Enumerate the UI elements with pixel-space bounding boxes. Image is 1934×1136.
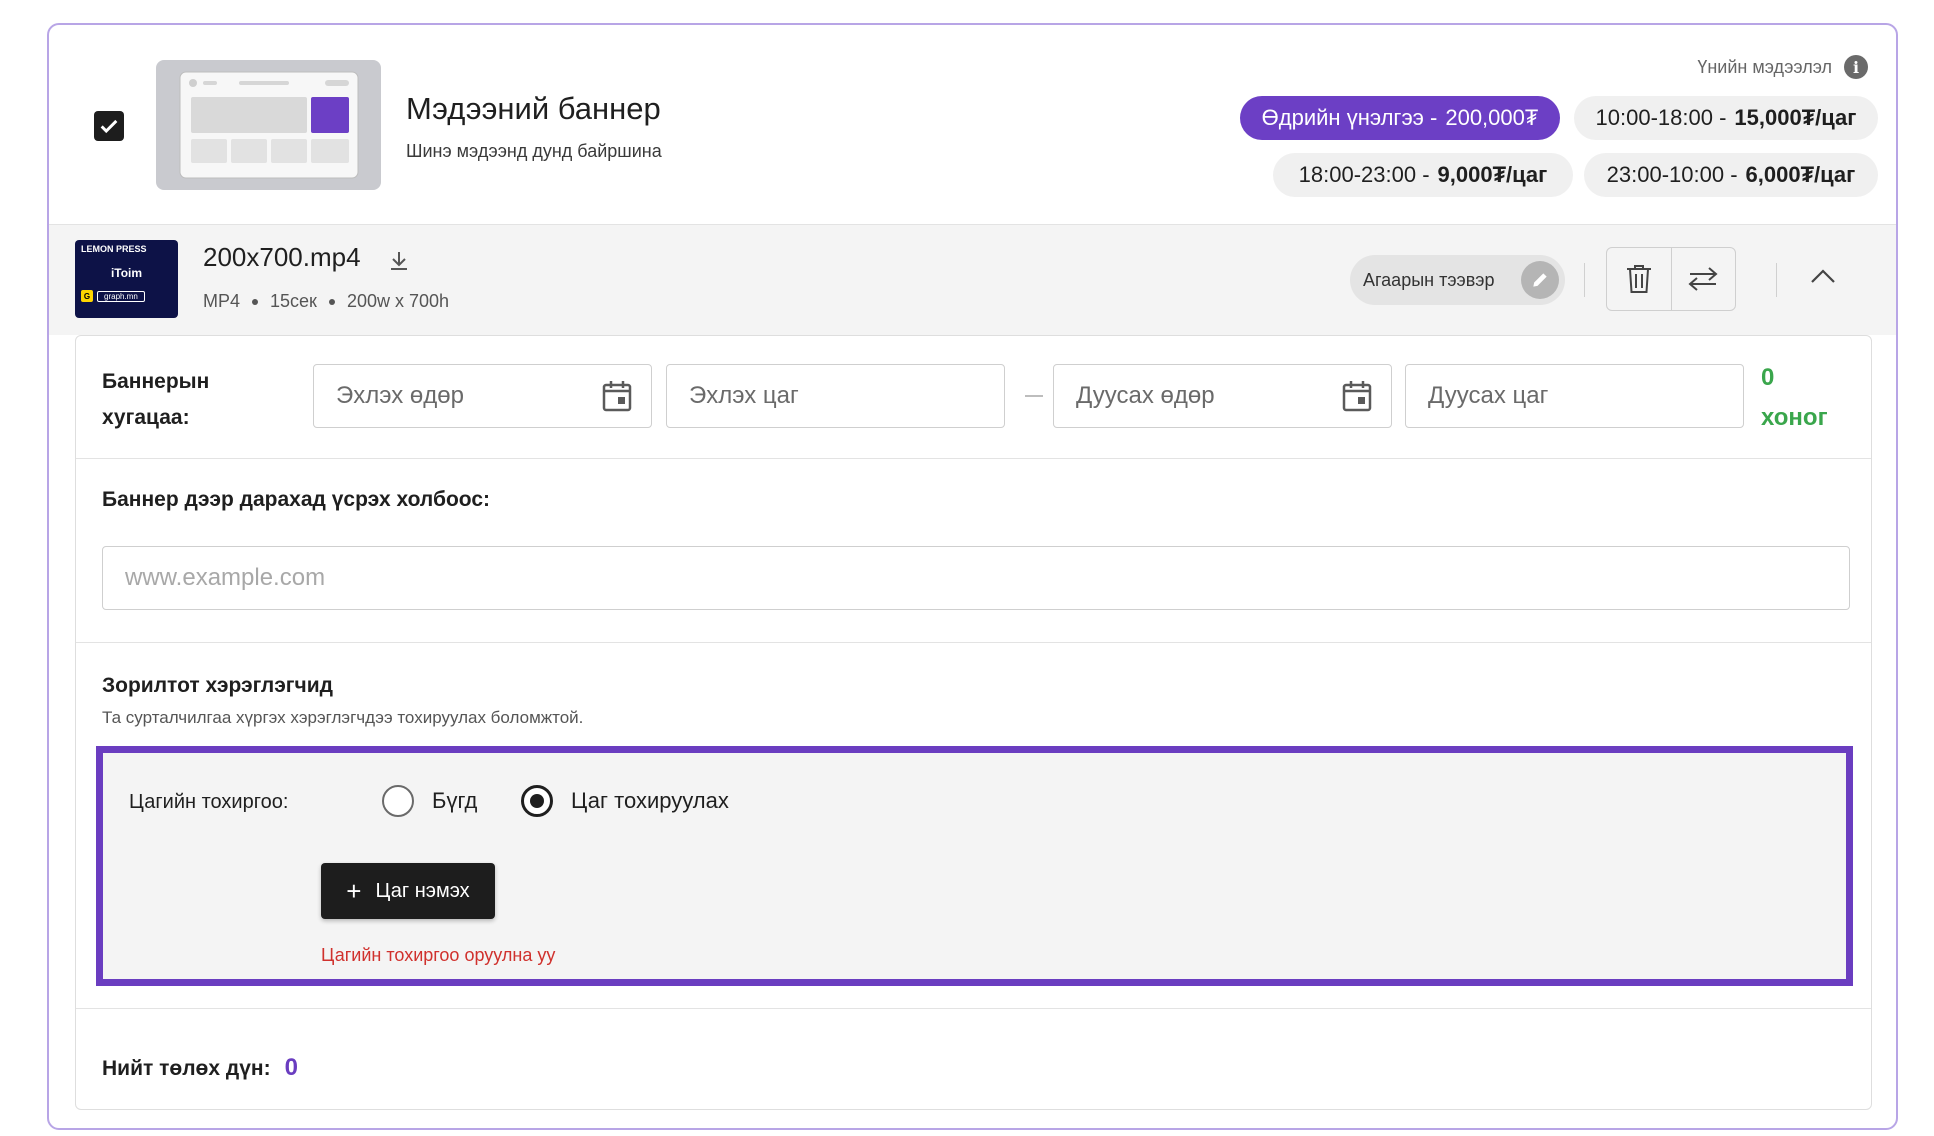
rate-pill-day-label: 10:00-18:00 - bbox=[1595, 105, 1727, 130]
duration-label: Баннерын хугацаа: bbox=[102, 370, 210, 429]
rate-pill-evening-label: 18:00-23:00 - bbox=[1298, 162, 1430, 187]
link-input[interactable]: www.example.com bbox=[102, 546, 1850, 610]
banner-checkbox[interactable] bbox=[94, 111, 124, 141]
days-unit: хоног bbox=[1761, 404, 1828, 431]
time-settings-box: Цагийн тохиргоо: Бүгд Цаг тохируулах + Ц… bbox=[96, 746, 1853, 986]
target-audience-description: Та сурталчилгаа хүргэх хэрэглэгчдээ тохи… bbox=[102, 708, 584, 727]
radio-all-label: Бүгд bbox=[432, 788, 478, 813]
media-row: LEMON PRESS iToim G graph.mn 200x700.mp4… bbox=[49, 225, 1896, 335]
media-actions bbox=[1606, 247, 1736, 311]
price-info[interactable]: Үнийн мэдээлэл i bbox=[1697, 55, 1868, 79]
meta-dot bbox=[328, 298, 335, 305]
meta-dot bbox=[252, 298, 259, 305]
rate-pill-evening: 18:00-23:00 - 9,000₮/цаг bbox=[1273, 153, 1573, 197]
thumb-brand: LEMON PRESS bbox=[81, 244, 147, 254]
end-date-field[interactable]: Дуусах өдөр bbox=[1053, 364, 1392, 428]
replace-button[interactable] bbox=[1670, 248, 1736, 310]
divider bbox=[1776, 263, 1777, 297]
banner-card: Мэдээний баннер Шинэ мэдээнд дунд байрши… bbox=[47, 23, 1898, 1130]
range-dash bbox=[1025, 395, 1043, 397]
add-time-button[interactable]: + Цаг нэмэх bbox=[321, 863, 495, 919]
thumb-logo: iToim bbox=[110, 266, 143, 280]
calendar-icon[interactable] bbox=[1341, 379, 1373, 420]
rate-pill-day-value: 15,000₮/цаг bbox=[1734, 105, 1857, 130]
trash-icon bbox=[1626, 265, 1651, 293]
days-counter: 0 хоног bbox=[1761, 358, 1828, 438]
total-label: Нийт төлөх дүн: bbox=[102, 1057, 271, 1080]
end-time-placeholder: Дуусах цаг bbox=[1428, 382, 1549, 409]
banner-settings-panel: Баннерын хугацаа: Эхлэх өдөр Эхлэх цаг Д… bbox=[75, 335, 1872, 1110]
price-info-label: Үнийн мэдээлэл bbox=[1697, 56, 1832, 77]
section-divider bbox=[76, 1008, 1871, 1009]
plus-icon: + bbox=[346, 876, 362, 906]
daily-rate-pill: Өдрийн үнэлгээ - 200,000₮ bbox=[1240, 96, 1560, 140]
start-date-field[interactable]: Эхлэх өдөр bbox=[313, 364, 652, 428]
radio-all-circle[interactable] bbox=[382, 785, 414, 817]
daily-rate-value: 200,000₮ bbox=[1445, 105, 1539, 130]
edit-pencil-icon[interactable] bbox=[1521, 261, 1559, 299]
rate-pill-day: 10:00-18:00 - 15,000₮/цаг bbox=[1574, 96, 1878, 140]
rate-pill-night: 23:00-10:00 - 6,000₮/цаг bbox=[1584, 153, 1878, 197]
daily-rate-label: Өдрийн үнэлгээ - bbox=[1261, 105, 1438, 130]
thumb-tag: graph.mn bbox=[97, 290, 145, 302]
media-dimensions: 200w x 700h bbox=[346, 291, 450, 311]
banner-header: Мэдээний баннер Шинэ мэдээнд дунд байрши… bbox=[49, 25, 1896, 225]
total-amount: Нийт төлөх дүн: 0 bbox=[102, 1054, 298, 1082]
end-date-placeholder: Дуусах өдөр bbox=[1076, 382, 1215, 409]
start-time-field[interactable]: Эхлэх цаг bbox=[666, 364, 1005, 428]
aircast-tag[interactable]: Агаарын тээвэр bbox=[1350, 255, 1565, 305]
check-icon bbox=[100, 119, 118, 134]
swap-icon bbox=[1688, 267, 1718, 291]
media-duration: 15сек bbox=[270, 291, 317, 311]
time-settings-label: Цагийн тохиргоо: bbox=[129, 791, 289, 813]
layout-preview-icon bbox=[179, 71, 358, 179]
start-date-placeholder: Эхлэх өдөр bbox=[336, 382, 464, 409]
rate-pill-night-label: 23:00-10:00 - bbox=[1606, 162, 1738, 187]
radio-custom-time[interactable]: Цаг тохируулах bbox=[521, 785, 729, 817]
radio-custom-time-label: Цаг тохируулах bbox=[571, 788, 729, 813]
time-settings-error: Цагийн тохиргоо оруулна уу bbox=[321, 945, 556, 965]
banner-title: Мэдээний баннер bbox=[406, 91, 661, 126]
end-time-field[interactable]: Дуусах цаг bbox=[1405, 364, 1744, 428]
rate-pill-night-value: 6,000₮/цаг bbox=[1745, 162, 1856, 187]
media-meta: MP4 15сек 200w x 700h bbox=[203, 291, 449, 312]
banner-placement-thumbnail bbox=[156, 60, 381, 190]
total-value: 0 bbox=[284, 1054, 298, 1081]
aircast-label: Агаарын тээвэр bbox=[1363, 269, 1495, 290]
start-time-placeholder: Эхлэх цаг bbox=[689, 382, 799, 409]
radio-all[interactable]: Бүгд bbox=[382, 785, 477, 817]
rate-pill-evening-value: 9,000₮/цаг bbox=[1437, 162, 1548, 187]
calendar-icon[interactable] bbox=[601, 379, 633, 420]
media-file-name: 200x700.mp4 bbox=[203, 242, 361, 272]
add-time-label: Цаг нэмэх bbox=[375, 879, 470, 902]
days-count: 0 bbox=[1761, 364, 1775, 391]
section-divider bbox=[76, 642, 1871, 643]
divider bbox=[1584, 263, 1585, 297]
section-divider bbox=[76, 458, 1871, 459]
target-audience-title: Зорилтот хэрэглэгчид bbox=[102, 674, 333, 697]
link-label: Баннер дээр дарахад үсрэх холбоос: bbox=[102, 488, 490, 511]
media-format: MP4 bbox=[203, 291, 241, 311]
download-icon[interactable] bbox=[387, 249, 411, 278]
radio-custom-time-circle[interactable] bbox=[521, 785, 553, 817]
info-icon[interactable]: i bbox=[1844, 55, 1868, 79]
chevron-up-icon[interactable] bbox=[1809, 267, 1837, 290]
banner-subtitle: Шинэ мэдээнд дунд байршина bbox=[406, 141, 662, 161]
graph-logo-icon: G bbox=[81, 290, 93, 302]
link-placeholder: www.example.com bbox=[125, 564, 326, 591]
thumb-footer: G graph.mn bbox=[81, 290, 172, 302]
media-thumbnail: LEMON PRESS iToim G graph.mn bbox=[75, 240, 178, 318]
delete-button[interactable] bbox=[1607, 248, 1671, 310]
